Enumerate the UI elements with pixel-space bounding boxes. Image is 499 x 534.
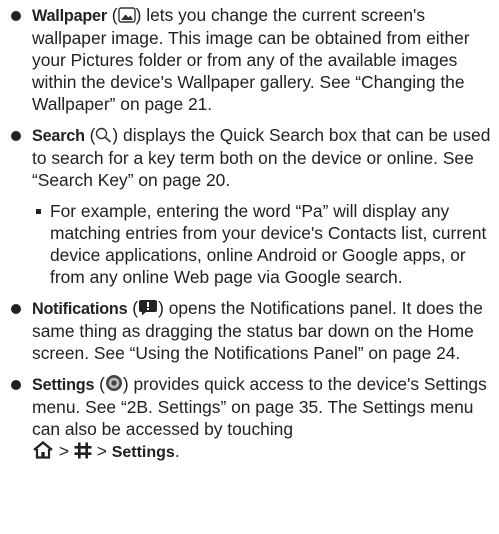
sub-item-text: For example, entering the word “Pa” will… xyxy=(50,201,487,287)
bullet xyxy=(11,131,21,141)
sub-list-item: For example, entering the word “Pa” will… xyxy=(32,200,494,288)
term-search: Search xyxy=(32,127,85,145)
paren-open: ( xyxy=(106,5,118,25)
term-settings: Settings xyxy=(32,376,95,394)
list-item: Wallpaper ( ) lets you change the curren… xyxy=(10,4,494,115)
term-notifications: Notifications xyxy=(32,300,128,318)
wallpaper-icon xyxy=(117,7,136,23)
paren-open: ( xyxy=(127,298,139,318)
paren-close: ) xyxy=(158,298,169,318)
paren-close: ) xyxy=(135,5,147,25)
bullet xyxy=(11,304,21,314)
home-icon xyxy=(33,441,53,459)
settings-icon xyxy=(105,375,122,391)
path-period: . xyxy=(174,441,180,461)
list-item: Search ( ) displays the Quick Search box… xyxy=(10,124,494,191)
bullet xyxy=(11,11,21,21)
list-item: Notifications ( ) opens the Notification… xyxy=(10,297,494,364)
document-page: Wallpaper ( ) lets you change the curren… xyxy=(10,4,494,464)
term-wallpaper: Wallpaper xyxy=(32,7,107,25)
paren-open: ( xyxy=(84,125,96,145)
square-bullet xyxy=(36,209,41,214)
list-item: Settings ( ) provides quick access to th… xyxy=(10,373,494,464)
path-settings-label: Settings xyxy=(111,444,175,461)
notifications-icon xyxy=(139,300,158,316)
path-separator: > xyxy=(58,441,69,461)
search-icon xyxy=(96,127,112,143)
path-separator: > xyxy=(96,441,107,461)
menu-grid-icon xyxy=(74,442,92,459)
paren-close: ) xyxy=(112,125,124,145)
paren-close: ) xyxy=(122,374,134,394)
bullet xyxy=(11,380,21,390)
paren-open: ( xyxy=(94,374,105,394)
